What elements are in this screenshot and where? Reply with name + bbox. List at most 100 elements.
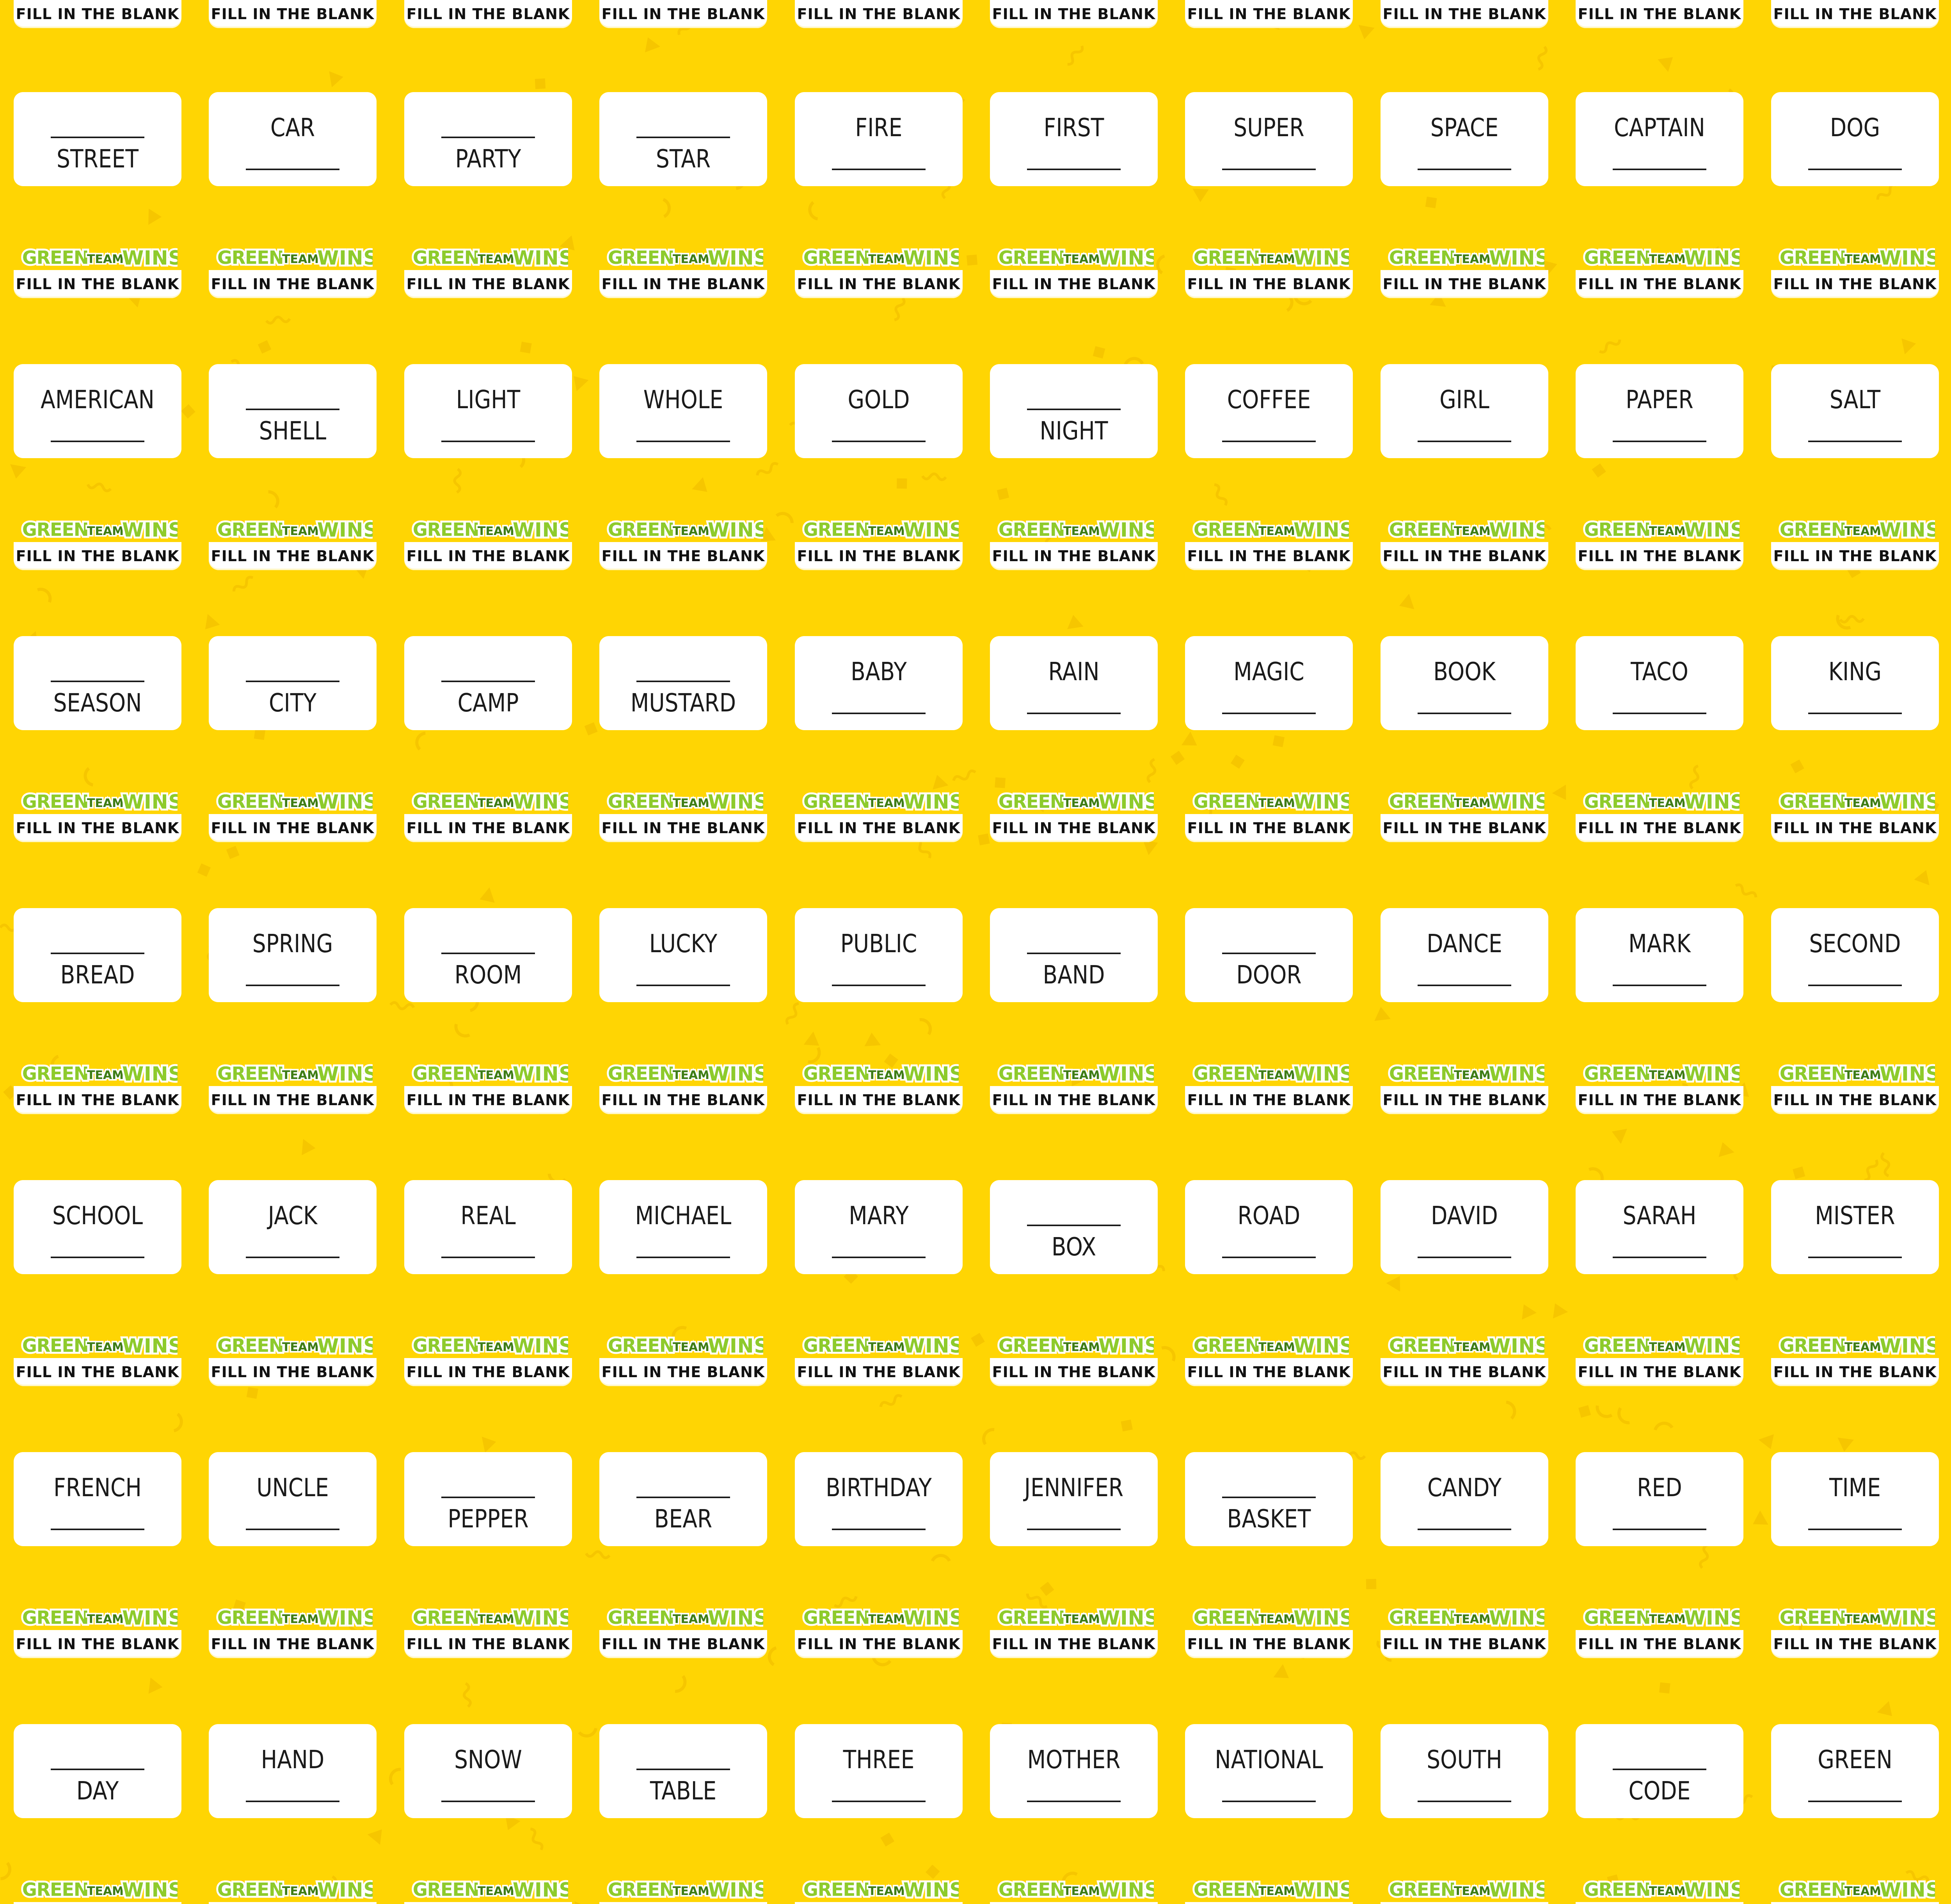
word-card[interactable]: SNOW — [404, 1724, 572, 1818]
word-card[interactable]: TABLE — [599, 1724, 767, 1818]
svg-text:WINS: WINS — [317, 519, 373, 541]
word-card[interactable]: BEAR — [599, 1452, 767, 1546]
word-card[interactable]: SPACE — [1381, 92, 1548, 186]
card-word: DAY — [76, 1777, 119, 1806]
word-card[interactable]: BAND — [990, 908, 1158, 1002]
word-card[interactable]: MOTHER — [990, 1724, 1158, 1818]
word-card[interactable]: LUCKY — [599, 908, 767, 1002]
word-card[interactable]: FIRST — [990, 92, 1158, 186]
word-card[interactable]: CAR — [209, 92, 377, 186]
card-word: SPACE — [1430, 114, 1499, 142]
word-card[interactable]: MAGIC — [1185, 636, 1353, 730]
svg-text:GREEN: GREEN — [1780, 791, 1846, 812]
word-card[interactable]: GREEN — [1771, 1724, 1939, 1818]
word-card[interactable]: SHELL — [209, 364, 377, 458]
word-card[interactable]: PUBLIC — [795, 908, 963, 1002]
svg-text:GREEN: GREEN — [803, 1335, 870, 1356]
blank-line — [1613, 1529, 1706, 1530]
word-card[interactable]: DOOR — [1185, 908, 1353, 1002]
word-card[interactable]: NIGHT — [990, 364, 1158, 458]
word-card[interactable]: DAY — [14, 1724, 181, 1818]
green-team-wins-logo: GREEN GREEN TEAM TEAM WINS WINS — [213, 1601, 373, 1632]
word-card[interactable]: LIGHT — [404, 364, 572, 458]
card-subtitle: FILL IN THE BLANK — [1576, 1630, 1743, 1658]
word-card[interactable]: CANDY — [1381, 1452, 1548, 1546]
word-card[interactable]: SALT — [1771, 364, 1939, 458]
word-card[interactable]: BIRTHDAY — [795, 1452, 963, 1546]
word-card[interactable]: PEPPER — [404, 1452, 572, 1546]
word-card[interactable]: SUPER — [1185, 92, 1353, 186]
background-shape — [265, 315, 291, 325]
word-card[interactable]: CITY — [209, 636, 377, 730]
svg-text:TEAM: TEAM — [868, 252, 905, 266]
blank-line — [636, 1257, 730, 1258]
word-card[interactable]: BASKET — [1185, 1452, 1353, 1546]
word-card[interactable]: DOG — [1771, 92, 1939, 186]
card-header: GREEN GREEN TEAM TEAM WINS WINS FILL IN … — [990, 0, 1158, 30]
card-header: GREEN GREEN TEAM TEAM WINS WINS FILL IN … — [599, 1869, 767, 1904]
word-card[interactable]: GOLD — [795, 364, 963, 458]
svg-text:GREEN: GREEN — [803, 1879, 870, 1900]
word-card[interactable]: BOX — [990, 1180, 1158, 1274]
card-subtitle: FILL IN THE BLANK — [209, 1902, 377, 1904]
blank-line — [51, 681, 144, 682]
word-card[interactable]: KING — [1771, 636, 1939, 730]
svg-text:TEAM: TEAM — [868, 524, 905, 538]
blank-line — [246, 1801, 339, 1802]
background-shape — [454, 1024, 471, 1038]
word-card[interactable]: COFFEE — [1185, 364, 1353, 458]
word-card[interactable]: JENNIFER — [990, 1452, 1158, 1546]
word-card[interactable]: FIRE — [795, 92, 963, 186]
word-card[interactable]: WHOLE — [599, 364, 767, 458]
word-card[interactable]: SECOND — [1771, 908, 1939, 1002]
word-card[interactable]: HAND — [209, 1724, 377, 1818]
word-card[interactable]: BABY — [795, 636, 963, 730]
word-card[interactable]: CAMP — [404, 636, 572, 730]
word-card[interactable]: JACK — [209, 1180, 377, 1274]
card-word: BOX — [1051, 1233, 1096, 1262]
word-card[interactable]: ROAD — [1185, 1180, 1353, 1274]
word-card[interactable]: STREET — [14, 92, 181, 186]
word-card[interactable]: TACO — [1576, 636, 1743, 730]
word-card[interactable]: CAPTAIN — [1576, 92, 1743, 186]
word-card[interactable]: MARK — [1576, 908, 1743, 1002]
word-card[interactable]: UNCLE — [209, 1452, 377, 1546]
word-card[interactable]: TIME — [1771, 1452, 1939, 1546]
word-card[interactable]: MUSTARD — [599, 636, 767, 730]
svg-text:WINS: WINS — [1684, 1879, 1740, 1901]
card-subtitle: FILL IN THE BLANK — [1576, 0, 1743, 28]
word-card[interactable]: MARY — [795, 1180, 963, 1274]
word-card[interactable]: STAR — [599, 92, 767, 186]
background-shape — [258, 340, 272, 354]
card-subtitle: FILL IN THE BLANK — [599, 1086, 767, 1114]
svg-text:GREEN: GREEN — [1780, 519, 1846, 540]
background-shape — [462, 1682, 472, 1708]
background-shape — [1617, 1407, 1630, 1424]
word-card[interactable]: NATIONAL — [1185, 1724, 1353, 1818]
word-card[interactable]: DANCE — [1381, 908, 1548, 1002]
word-card[interactable]: PARTY — [404, 92, 572, 186]
card-subtitle: FILL IN THE BLANK — [14, 270, 181, 298]
word-card[interactable]: SOUTH — [1381, 1724, 1548, 1818]
word-card[interactable]: PAPER — [1576, 364, 1743, 458]
word-card[interactable]: RED — [1576, 1452, 1743, 1546]
word-card[interactable]: GIRL — [1381, 364, 1548, 458]
word-card[interactable]: MICHAEL — [599, 1180, 767, 1274]
card-header: GREEN GREEN TEAM TEAM WINS WINS FILL IN … — [14, 781, 181, 844]
word-card[interactable]: SARAH — [1576, 1180, 1743, 1274]
svg-text:WINS: WINS — [1489, 247, 1544, 269]
word-card[interactable]: BREAD — [14, 908, 181, 1002]
word-card[interactable]: DAVID — [1381, 1180, 1548, 1274]
word-card[interactable]: AMERICAN — [14, 364, 181, 458]
word-card[interactable]: SCHOOL — [14, 1180, 181, 1274]
word-card[interactable]: SEASON — [14, 636, 181, 730]
word-card[interactable]: THREE — [795, 1724, 963, 1818]
word-card[interactable]: SPRING — [209, 908, 377, 1002]
word-card[interactable]: FRENCH — [14, 1452, 181, 1546]
word-card[interactable]: MISTER — [1771, 1180, 1939, 1274]
word-card[interactable]: RAIN — [990, 636, 1158, 730]
word-card[interactable]: REAL — [404, 1180, 572, 1274]
word-card[interactable]: BOOK — [1381, 636, 1548, 730]
word-card[interactable]: ROOM — [404, 908, 572, 1002]
word-card[interactable]: CODE — [1576, 1724, 1743, 1818]
